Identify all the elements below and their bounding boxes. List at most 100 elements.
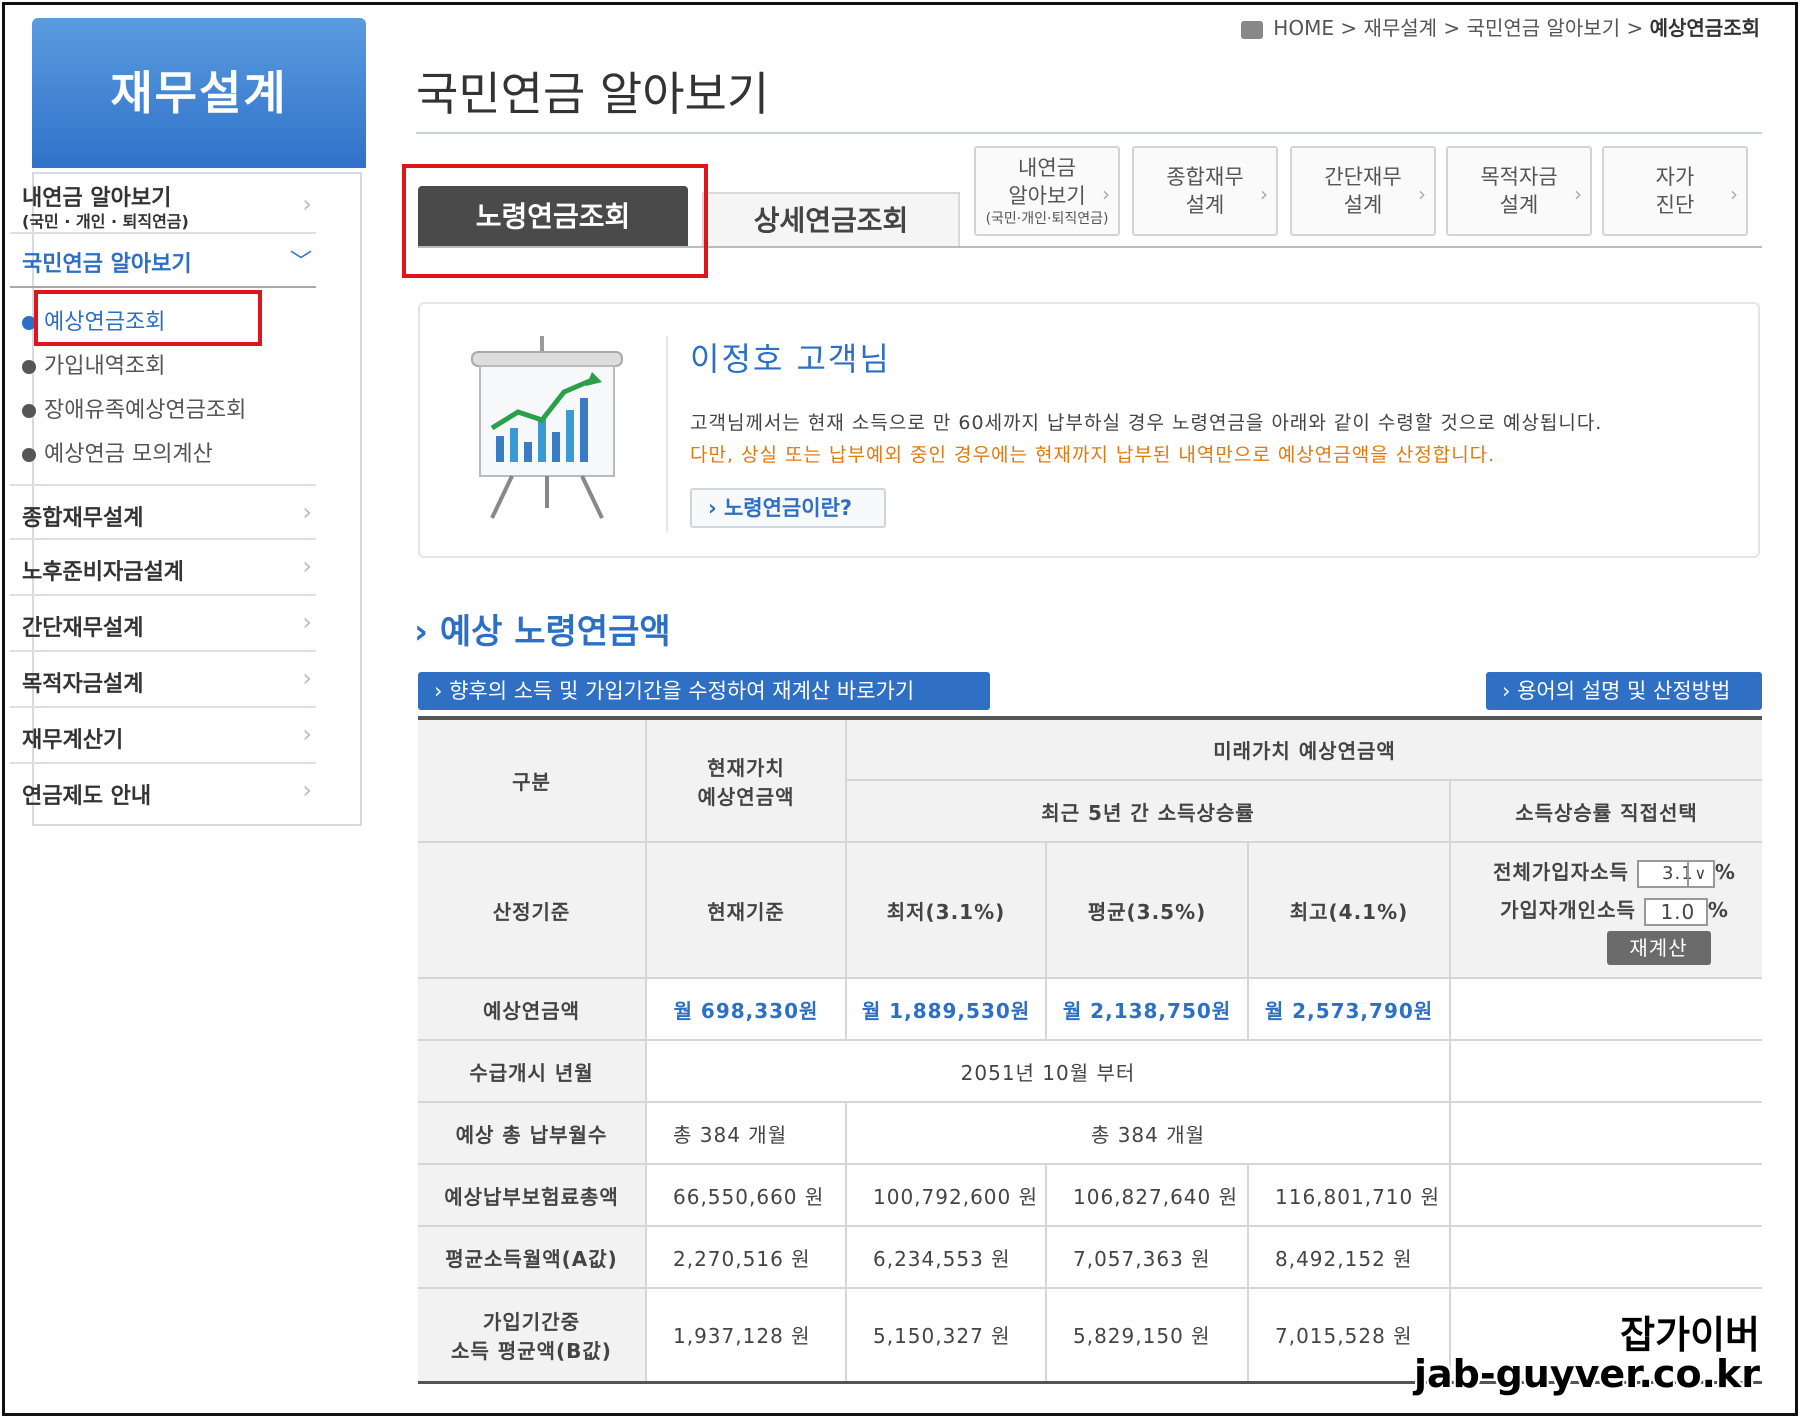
percent-sign: %	[1714, 860, 1736, 884]
menu-tab-simple[interactable]: 간단재무설계 ›	[1290, 146, 1436, 236]
bullet-icon	[22, 360, 36, 374]
amount-present: 월 698,330원	[645, 977, 847, 1041]
section-title: › 예상 노령연금액	[414, 612, 671, 652]
menu-tab-purpose[interactable]: 목적자금 설계 ›	[1446, 146, 1592, 236]
sub-item-label: 장애유족예상연금조회	[44, 398, 247, 423]
row-label-months: 예상 총 납부월수	[418, 1101, 647, 1165]
avg-b-present: 1,937,128 원	[645, 1287, 847, 1383]
empty-cell	[1449, 1163, 1762, 1227]
bullet-icon	[22, 448, 36, 462]
sub-item-simulation[interactable]: 예상연금 모의계산	[22, 436, 213, 468]
sub-item-label: 예상연금 모의계산	[44, 442, 213, 467]
menu-tab-label: 자가	[1655, 165, 1695, 189]
menu-tab-label: 설계	[1499, 193, 1539, 217]
divider	[416, 132, 1762, 134]
customer-name: 이정호 고객님	[690, 340, 891, 378]
months-present: 총 384 개월	[645, 1101, 847, 1165]
old-age-pension-info-button[interactable]: › 노령연금이란?	[690, 488, 886, 528]
sidebar-item-pension-guide[interactable]: 연금제도 안내 ›	[10, 764, 316, 820]
sidebar-header: 재무설계	[32, 18, 366, 168]
sidebar-item-comprehensive[interactable]: 종합재무설계 ›	[10, 484, 316, 540]
breadcrumb-level2[interactable]: 국민연금 알아보기	[1467, 16, 1621, 40]
sub-item-subscription-history[interactable]: 가입내역조회	[22, 348, 165, 380]
header-category: 구분	[418, 717, 647, 843]
all-income-rate-select[interactable]: 3.1 ∨	[1636, 859, 1715, 888]
sidebar-item-purpose[interactable]: 목적자금설계 ›	[10, 652, 316, 708]
menu-tab-comprehensive[interactable]: 종합재무 설계 ›	[1132, 146, 1278, 236]
pension-table: 구분 현재가치 예상연금액 미래가치 예상연금액 최근 5년 간 소득상승률 소득…	[418, 716, 1762, 1384]
breadcrumb-current: 예상연금조회	[1649, 16, 1760, 40]
bullet-icon	[22, 404, 36, 418]
tab-detailed-pension[interactable]: 상세연금조회	[702, 192, 960, 248]
terms-explanation-button[interactable]: › 용어의 설명 및 산정방법	[1486, 672, 1762, 710]
sidebar-item-label: 노후준비자금설계	[22, 560, 184, 585]
home-icon	[1240, 20, 1263, 39]
row-label-avg-b: 가입기간중 소득 평균액(B값)	[418, 1287, 647, 1383]
menu-tab-label: 설계	[1343, 193, 1383, 217]
chevron-right-icon: ›	[302, 608, 312, 636]
basis-max: 최고(4.1%)	[1247, 841, 1451, 979]
sub-item-label: 가입내역조회	[44, 354, 166, 379]
amount-max: 월 2,573,790원	[1247, 977, 1451, 1041]
months-future: 총 384 개월	[845, 1101, 1451, 1165]
sidebar-item-label: 종합재무설계	[22, 506, 144, 531]
header-direct-select: 소득상승률 직접선택	[1449, 779, 1762, 843]
breadcrumb-level1[interactable]: 재무설계	[1363, 16, 1437, 40]
header-label: 예상연금액	[697, 784, 795, 809]
chevron-right-icon: ›	[1574, 182, 1582, 206]
breadcrumb: HOME > 재무설계 > 국민연금 알아보기 > 예상연금조회	[1240, 12, 1760, 41]
empty-cell	[1449, 977, 1762, 1041]
avg-a-min: 6,234,553 원	[845, 1225, 1047, 1289]
sidebar-item-national-pension[interactable]: 국민연금 알아보기 ﹀	[10, 236, 316, 288]
presentation-chart-icon	[471, 336, 623, 519]
sidebar-item-label: 목적자금설계	[22, 672, 144, 697]
start-date: 2051년 10월 부터	[645, 1039, 1451, 1103]
info-text: 고객님께서는 현재 소득으로 만 60세까지 납부하실 경우 노령연금을 아래와…	[690, 412, 1603, 434]
breadcrumb-separator: >	[1443, 16, 1461, 40]
breadcrumb-home[interactable]: HOME	[1273, 16, 1334, 40]
empty-cell	[1449, 1039, 1762, 1103]
header-future-value: 미래가치 예상연금액	[845, 717, 1762, 781]
menu-tab-label: 종합재무	[1166, 165, 1244, 189]
info-notice: 다만, 상실 또는 납부예외 중인 경우에는 현재까지 납부된 내역만으로 예상…	[690, 444, 1496, 466]
premium-avg: 106,827,640 원	[1045, 1163, 1249, 1227]
personal-income-rate-input[interactable]: 1.0	[1643, 897, 1708, 926]
sidebar-item-label: 연금제도 안내	[22, 784, 152, 809]
recalculate-button[interactable]: 재계산	[1606, 931, 1711, 965]
sidebar-item-retirement[interactable]: 노후준비자금설계 ›	[10, 540, 316, 596]
sidebar-item-label: 국민연금 알아보기	[22, 252, 192, 277]
avg-b-min: 5,150,327 원	[845, 1287, 1047, 1383]
chevron-right-icon: ›	[1418, 182, 1426, 206]
row-label-premium: 예상납부보험료총액	[418, 1163, 647, 1227]
divider	[666, 336, 668, 532]
chevron-right-icon: ›	[1102, 182, 1110, 206]
basis-min: 최저(3.1%)	[845, 841, 1047, 979]
menu-tab-label: 간단재무	[1324, 165, 1402, 189]
menu-tab-label: 설계	[1185, 193, 1225, 217]
premium-min: 100,792,600 원	[845, 1163, 1047, 1227]
row-label-start: 수급개시 년월	[418, 1039, 647, 1103]
sidebar-item-my-pension[interactable]: 내연금 알아보기 (국민 · 개인 · 퇴직연금) ›	[10, 176, 316, 234]
all-subscriber-income-label: 전체가입자소득	[1493, 860, 1629, 884]
row-label-line: 소득 평균액(B값)	[451, 1338, 612, 1363]
sidebar-item-label: 재무계산기	[22, 728, 124, 753]
menu-tab-self-check[interactable]: 자가 진단 ›	[1602, 146, 1748, 236]
recalculate-link-button[interactable]: › 향후의 소득 및 가입기간을 수정하여 재계산 바로가기	[418, 672, 990, 710]
avg-a-present: 2,270,516 원	[645, 1225, 847, 1289]
rate-controls: 전체가입자소득 3.1 ∨% 가입자개인소득 1.0% 재계산	[1449, 841, 1762, 979]
sidebar-item-simple[interactable]: 간단재무설계 ›	[10, 596, 316, 652]
row-label-avg-a: 평균소득월액(A값)	[418, 1225, 647, 1289]
chevron-right-icon: ›	[302, 664, 312, 692]
avg-a-max: 8,492,152 원	[1247, 1225, 1451, 1289]
percent-sign: %	[1707, 898, 1729, 922]
watermark-url: jab-guyver.co.kr	[1413, 1352, 1760, 1396]
breadcrumb-separator: >	[1340, 16, 1358, 40]
sub-item-disability-survivor[interactable]: 장애유족예상연금조회	[22, 392, 246, 424]
header-recent-5yr: 최근 5년 간 소득상승률	[846, 779, 1451, 843]
breadcrumb-separator: >	[1626, 16, 1644, 40]
row-label-basis: 산정기준	[418, 841, 647, 979]
highlight-box	[34, 290, 262, 346]
watermark-text: 잡가이버	[1620, 1313, 1760, 1357]
menu-tab-my-pension[interactable]: 내연금 알아보기 (국민·개인·퇴직연금) ›	[974, 146, 1120, 236]
sidebar-item-calculator[interactable]: 재무계산기 ›	[10, 708, 316, 764]
